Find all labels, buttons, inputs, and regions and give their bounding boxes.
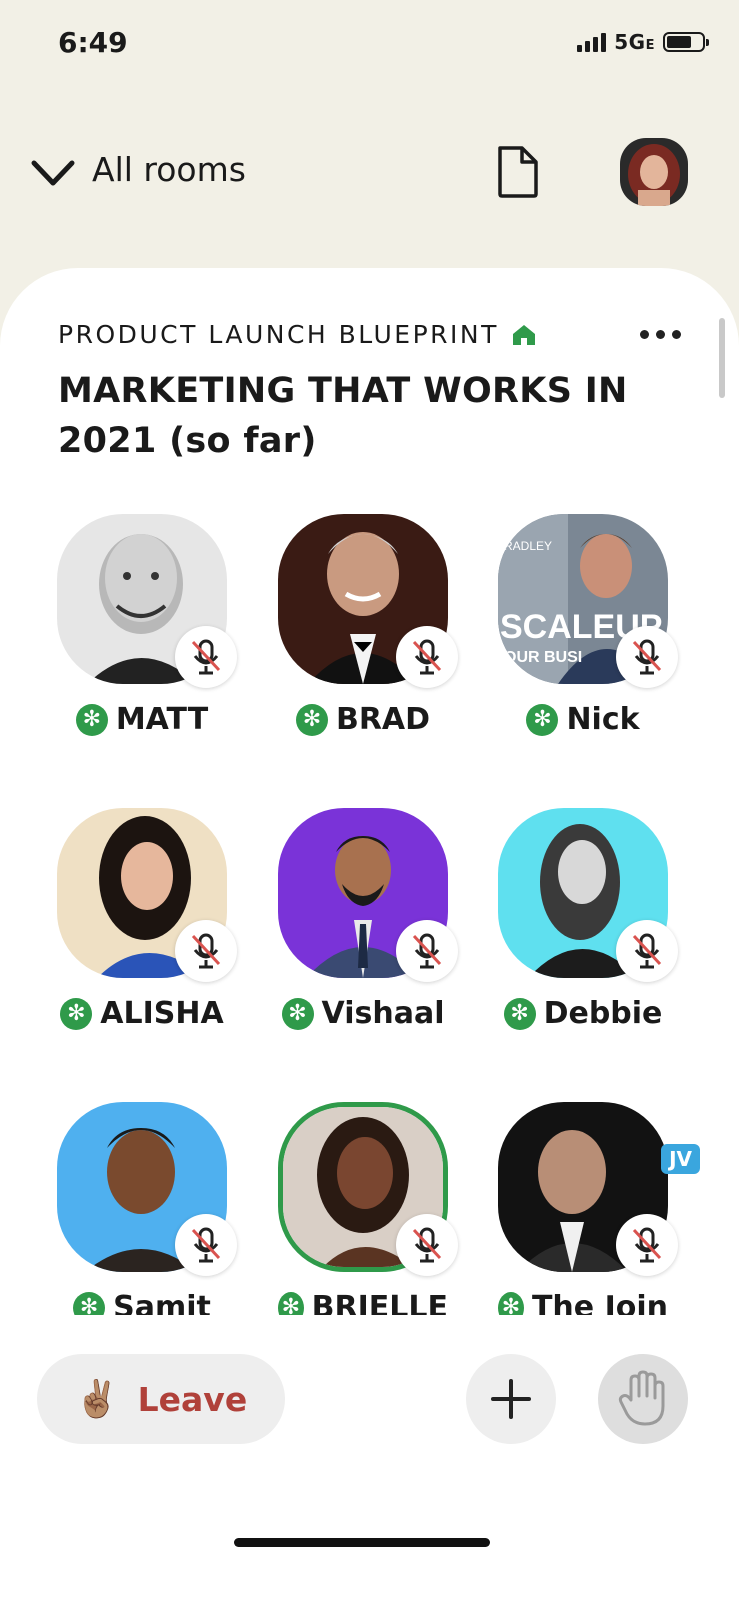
plus-icon [491, 1379, 531, 1419]
muted-mic-icon [175, 626, 237, 688]
profile-avatar[interactable] [620, 138, 688, 206]
leave-button[interactable]: ✌🏽 Leave [37, 1354, 285, 1444]
moderator-badge-icon: ✻ [503, 997, 536, 1030]
muted-mic-icon [396, 1214, 458, 1276]
muted-mic-icon [616, 920, 678, 982]
header: All rooms [0, 130, 739, 220]
speaker-name: ALISHA [100, 996, 224, 1031]
name-row: ✻ BRIELLE [278, 1290, 448, 1315]
svg-text:OUR BUSI: OUR BUSI [504, 649, 582, 666]
name-row: ✻ Debbie [498, 996, 668, 1031]
raise-hand-button[interactable] [598, 1354, 688, 1444]
speaker-name: The Join [531, 1290, 668, 1315]
all-rooms-link[interactable]: All rooms [92, 150, 246, 189]
name-row: ✻ Vishaal [278, 996, 448, 1031]
speaker-tile[interactable]: ✻ Vishaal [278, 808, 498, 1048]
svg-text:RADLEY: RADLEY [504, 539, 552, 553]
speaker-tile[interactable]: JV ✻ The Join [498, 1102, 718, 1315]
battery-icon [663, 32, 709, 52]
signal-icon [577, 32, 607, 52]
network-label: 5GE [614, 30, 655, 54]
moderator-badge-icon: ✻ [278, 1291, 304, 1315]
speaker-name: Debbie [543, 996, 663, 1031]
status-time: 6:49 [58, 26, 128, 59]
speaker-name: Samit [113, 1290, 211, 1315]
name-row: ✻ Nick [498, 702, 668, 737]
speaker-name: Nick [566, 702, 640, 737]
name-row: ✻ BRAD [278, 702, 448, 737]
room-title: MARKETING THAT WORKS IN 2021 (so far) [58, 371, 628, 461]
speaker-tile[interactable]: ✻ MATT [57, 514, 277, 754]
speaker-tile[interactable]: ✻ BRIELLE [278, 1102, 498, 1315]
muted-mic-icon [396, 626, 458, 688]
speaker-name: Vishaal [321, 996, 445, 1031]
club-name[interactable]: PRODUCT LAUNCH BLUEPRINT [58, 320, 499, 349]
document-icon[interactable] [494, 144, 542, 200]
speaker-tile[interactable]: ✻ Debbie [498, 808, 718, 1048]
moderator-badge-icon: ✻ [526, 703, 559, 736]
moderator-badge-icon: ✻ [295, 703, 328, 736]
svg-text:ck: ck [500, 517, 515, 533]
muted-mic-icon [616, 626, 678, 688]
speaker-grid: ✻ MATT ✻ BRAD ck RADLEY SCALEUP OUR BUSI… [0, 500, 739, 1315]
speaker-tile[interactable]: ck RADLEY SCALEUP OUR BUSI ✻ Nick [498, 514, 718, 754]
jv-badge: JV [661, 1144, 700, 1174]
name-row: ✻ The Join [498, 1290, 668, 1315]
chevron-down-icon[interactable] [30, 155, 76, 191]
status-icons: 5GE [577, 30, 709, 54]
muted-mic-icon [396, 920, 458, 982]
speaker-tile[interactable]: ✻ BRAD [278, 514, 498, 754]
moderator-badge-icon: ✻ [60, 997, 93, 1030]
club-row[interactable]: PRODUCT LAUNCH BLUEPRINT [58, 320, 537, 349]
home-indicator[interactable] [234, 1538, 490, 1547]
moderator-badge-icon: ✻ [498, 1291, 524, 1315]
leave-label: Leave [137, 1379, 248, 1419]
speaker-tile[interactable]: ✻ Samit [57, 1102, 277, 1315]
speaker-name: BRIELLE [311, 1290, 448, 1315]
moderator-badge-icon: ✻ [75, 703, 108, 736]
muted-mic-icon [175, 1214, 237, 1276]
name-row: ✻ ALISHA [57, 996, 227, 1031]
name-row: ✻ MATT [57, 702, 227, 737]
peace-hand-icon: ✌🏽 [74, 1379, 120, 1420]
speaker-name: MATT [115, 702, 209, 737]
speaker-name: BRAD [335, 702, 431, 737]
moderator-badge-icon: ✻ [281, 997, 314, 1030]
scroll-indicator[interactable] [719, 318, 725, 398]
moderator-badge-icon: ✻ [73, 1291, 106, 1315]
name-row: ✻ Samit [57, 1290, 227, 1315]
speaker-tile[interactable]: ✻ ALISHA [57, 808, 277, 1048]
add-button[interactable] [466, 1354, 556, 1444]
raise-hand-icon [618, 1370, 665, 1426]
muted-mic-icon [175, 920, 237, 982]
muted-mic-icon [616, 1214, 678, 1276]
more-options-icon[interactable] [640, 330, 681, 339]
house-icon [512, 324, 535, 345]
